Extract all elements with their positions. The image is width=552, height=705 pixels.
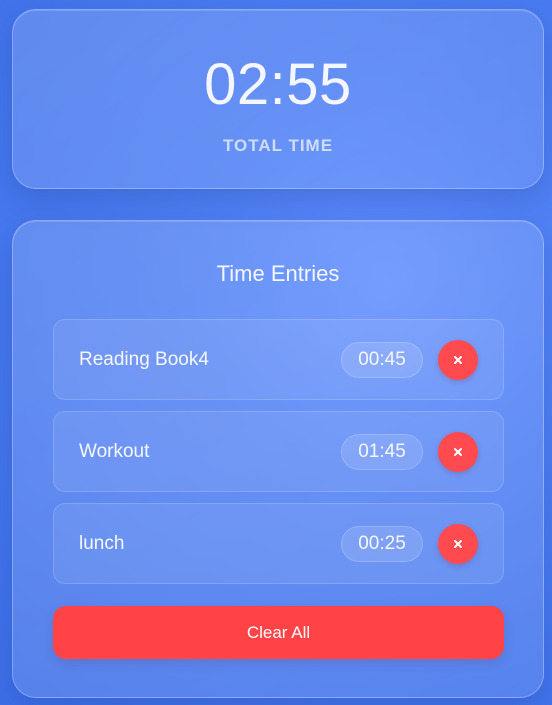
entry-name: Workout bbox=[79, 441, 150, 462]
time-entry-row: Workout 01:45 bbox=[53, 411, 504, 492]
delete-entry-button[interactable] bbox=[438, 340, 478, 380]
close-icon bbox=[438, 432, 478, 472]
delete-entry-button[interactable] bbox=[438, 524, 478, 564]
total-time-value: 02:55 bbox=[204, 52, 352, 117]
time-entries-card: Time Entries Reading Book4 00:45 Workout… bbox=[12, 220, 544, 698]
time-entries-title: Time Entries bbox=[216, 261, 340, 286]
total-time-card: 02:55 TOTAL TIME bbox=[12, 9, 544, 189]
clear-all-button[interactable]: Clear All bbox=[53, 606, 504, 659]
time-entry-row: lunch 00:25 bbox=[53, 503, 504, 584]
time-entry-row: Reading Book4 00:45 bbox=[53, 319, 504, 400]
close-icon bbox=[438, 340, 478, 380]
entry-duration: 01:45 bbox=[341, 434, 423, 470]
close-icon bbox=[438, 524, 478, 564]
entry-duration: 00:25 bbox=[341, 526, 423, 562]
total-time-label: TOTAL TIME bbox=[222, 136, 334, 155]
entry-duration: 00:45 bbox=[341, 342, 423, 378]
delete-entry-button[interactable] bbox=[438, 432, 478, 472]
entry-name: lunch bbox=[79, 533, 125, 554]
entry-name: Reading Book4 bbox=[79, 349, 209, 370]
